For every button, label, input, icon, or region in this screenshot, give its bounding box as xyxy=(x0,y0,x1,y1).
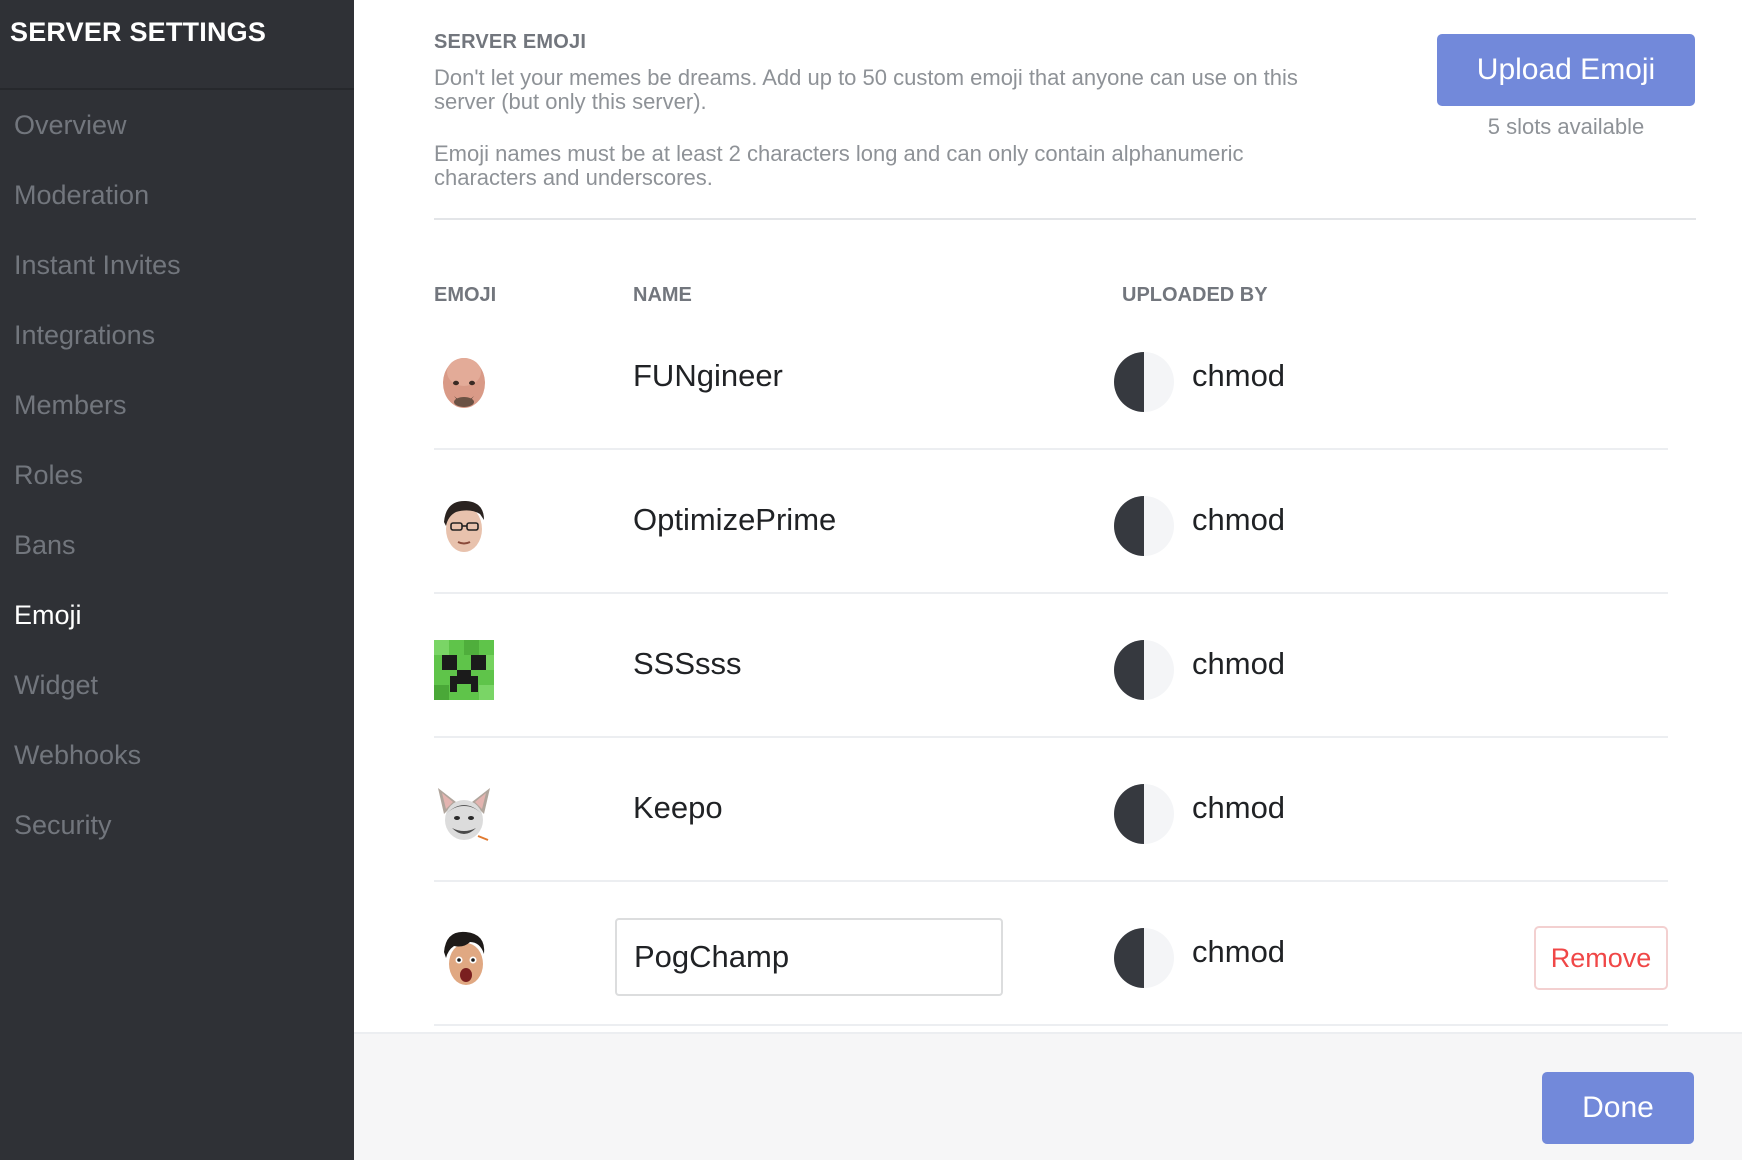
uploader-name: chmod xyxy=(1192,502,1286,537)
main-content: SERVER EMOJI Don't let your memes be dre… xyxy=(354,0,1742,1032)
emoji-name: OptimizePrime xyxy=(633,502,837,537)
sidebar-item-integrations[interactable]: Integrations xyxy=(0,300,354,370)
uploader-avatar xyxy=(1114,352,1174,412)
sidebar-item-roles[interactable]: Roles xyxy=(0,440,354,510)
slots-available-text: 5 slots available xyxy=(1487,114,1645,139)
column-header-uploaded-by: UPLOADED BY xyxy=(1122,284,1268,306)
upload-emoji-button[interactable]: Upload Emoji xyxy=(1437,34,1695,106)
table-row: FUNgineer chmod xyxy=(434,306,1668,450)
emoji-name: SSSsss xyxy=(633,646,742,681)
table-row: OptimizePrime chmod xyxy=(434,450,1668,594)
man-face-icon xyxy=(444,500,484,552)
table-row: Keepo chmod xyxy=(434,738,1668,882)
uploader-name: chmod xyxy=(1192,790,1286,825)
done-button[interactable]: Done xyxy=(1542,1072,1694,1144)
sidebar: SERVER SETTINGS Overview Moderation Inst… xyxy=(0,0,354,1160)
column-header-emoji: EMOJI xyxy=(434,284,497,306)
uploader-avatar xyxy=(1114,496,1174,556)
uploader-avatar xyxy=(1114,640,1174,700)
sidebar-item-moderation[interactable]: Moderation xyxy=(0,160,354,230)
sidebar-nav: Overview Moderation Instant Invites Inte… xyxy=(0,90,354,860)
sidebar-item-security[interactable]: Security xyxy=(0,790,354,860)
uploader-name: chmod xyxy=(1192,646,1286,681)
sidebar-title: SERVER SETTINGS xyxy=(10,17,267,47)
bald-man-face-icon xyxy=(443,358,485,408)
emoji-name: Keepo xyxy=(633,790,723,825)
section-title: SERVER EMOJI xyxy=(434,31,587,53)
description-limit: Don't let your memes be dreams. Add up t… xyxy=(434,65,1298,114)
description-naming-rules: Emoji names must be at least 2 character… xyxy=(434,141,1244,190)
header-divider xyxy=(434,218,1696,220)
uploader-avatar xyxy=(1114,928,1174,988)
sidebar-item-instant-invites[interactable]: Instant Invites xyxy=(0,230,354,300)
emoji-name: FUNgineer xyxy=(633,358,783,393)
uploader-name: chmod xyxy=(1192,358,1286,393)
creeper-face-icon xyxy=(434,640,494,700)
footer-bar: Done xyxy=(354,1032,1742,1160)
emoji-name-input[interactable] xyxy=(615,918,1003,996)
surprised-face-icon xyxy=(444,931,485,985)
column-header-name: NAME xyxy=(633,284,692,306)
table-row: SSSsss chmod xyxy=(434,594,1668,738)
sidebar-item-webhooks[interactable]: Webhooks xyxy=(0,720,354,790)
sidebar-item-bans[interactable]: Bans xyxy=(0,510,354,580)
sidebar-item-members[interactable]: Members xyxy=(0,370,354,440)
sidebar-item-overview[interactable]: Overview xyxy=(0,90,354,160)
sidebar-item-emoji[interactable]: Emoji xyxy=(0,580,354,650)
uploader-avatar xyxy=(1114,784,1174,844)
cat-ears-face-icon xyxy=(438,788,490,841)
table-row: chmod Remove xyxy=(434,882,1668,1026)
sidebar-item-widget[interactable]: Widget xyxy=(0,650,354,720)
uploader-name: chmod xyxy=(1192,934,1286,969)
remove-emoji-button[interactable]: Remove xyxy=(1534,926,1668,990)
